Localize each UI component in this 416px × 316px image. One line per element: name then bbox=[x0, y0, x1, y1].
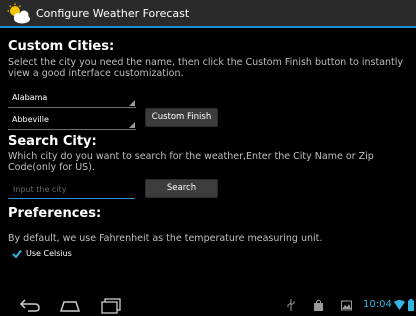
title-bar: Configure Weather Forecast bbox=[0, 0, 416, 28]
preferences-description: By default, we use Fahrenheit as the tem… bbox=[8, 233, 323, 244]
state-dropdown[interactable]: Alabama bbox=[8, 90, 136, 108]
use-celsius-checkbox[interactable] bbox=[12, 249, 22, 259]
shopping-bag-icon bbox=[314, 299, 323, 311]
system-navigation-bar: 10:04 bbox=[0, 294, 416, 316]
status-clock: 10:04 bbox=[363, 299, 392, 310]
battery-icon bbox=[408, 299, 414, 311]
wifi-icon bbox=[394, 300, 405, 310]
back-icon[interactable] bbox=[18, 296, 42, 314]
custom-cities-header: Custom Cities: bbox=[8, 39, 115, 54]
preferences-header: Preferences: bbox=[8, 206, 102, 221]
partly-cloudy-icon bbox=[7, 3, 30, 24]
recent-apps-icon[interactable] bbox=[100, 296, 122, 314]
search-city-description: Which city do you want to search for the… bbox=[8, 151, 374, 173]
city-search-input[interactable] bbox=[8, 181, 135, 199]
settings-content: Custom Cities: Select the city you need … bbox=[0, 28, 416, 294]
dropdown-corner-icon bbox=[129, 100, 135, 106]
city-dropdown-value: Abbeville bbox=[12, 115, 49, 124]
use-celsius-label[interactable]: Use Celsius bbox=[26, 249, 72, 258]
usb-icon bbox=[287, 299, 295, 311]
search-button[interactable]: Search bbox=[145, 179, 218, 198]
search-city-header: Search City: bbox=[8, 134, 97, 149]
home-icon[interactable] bbox=[58, 296, 82, 314]
custom-cities-description: Select the city you need the name, then … bbox=[8, 57, 404, 79]
custom-finish-button[interactable]: Custom Finish bbox=[145, 108, 218, 127]
state-dropdown-value: Alabama bbox=[12, 93, 48, 102]
city-dropdown[interactable]: Abbeville bbox=[8, 112, 136, 130]
app-title: Configure Weather Forecast bbox=[36, 7, 190, 20]
gallery-icon bbox=[341, 300, 352, 311]
dropdown-corner-icon bbox=[129, 122, 135, 128]
